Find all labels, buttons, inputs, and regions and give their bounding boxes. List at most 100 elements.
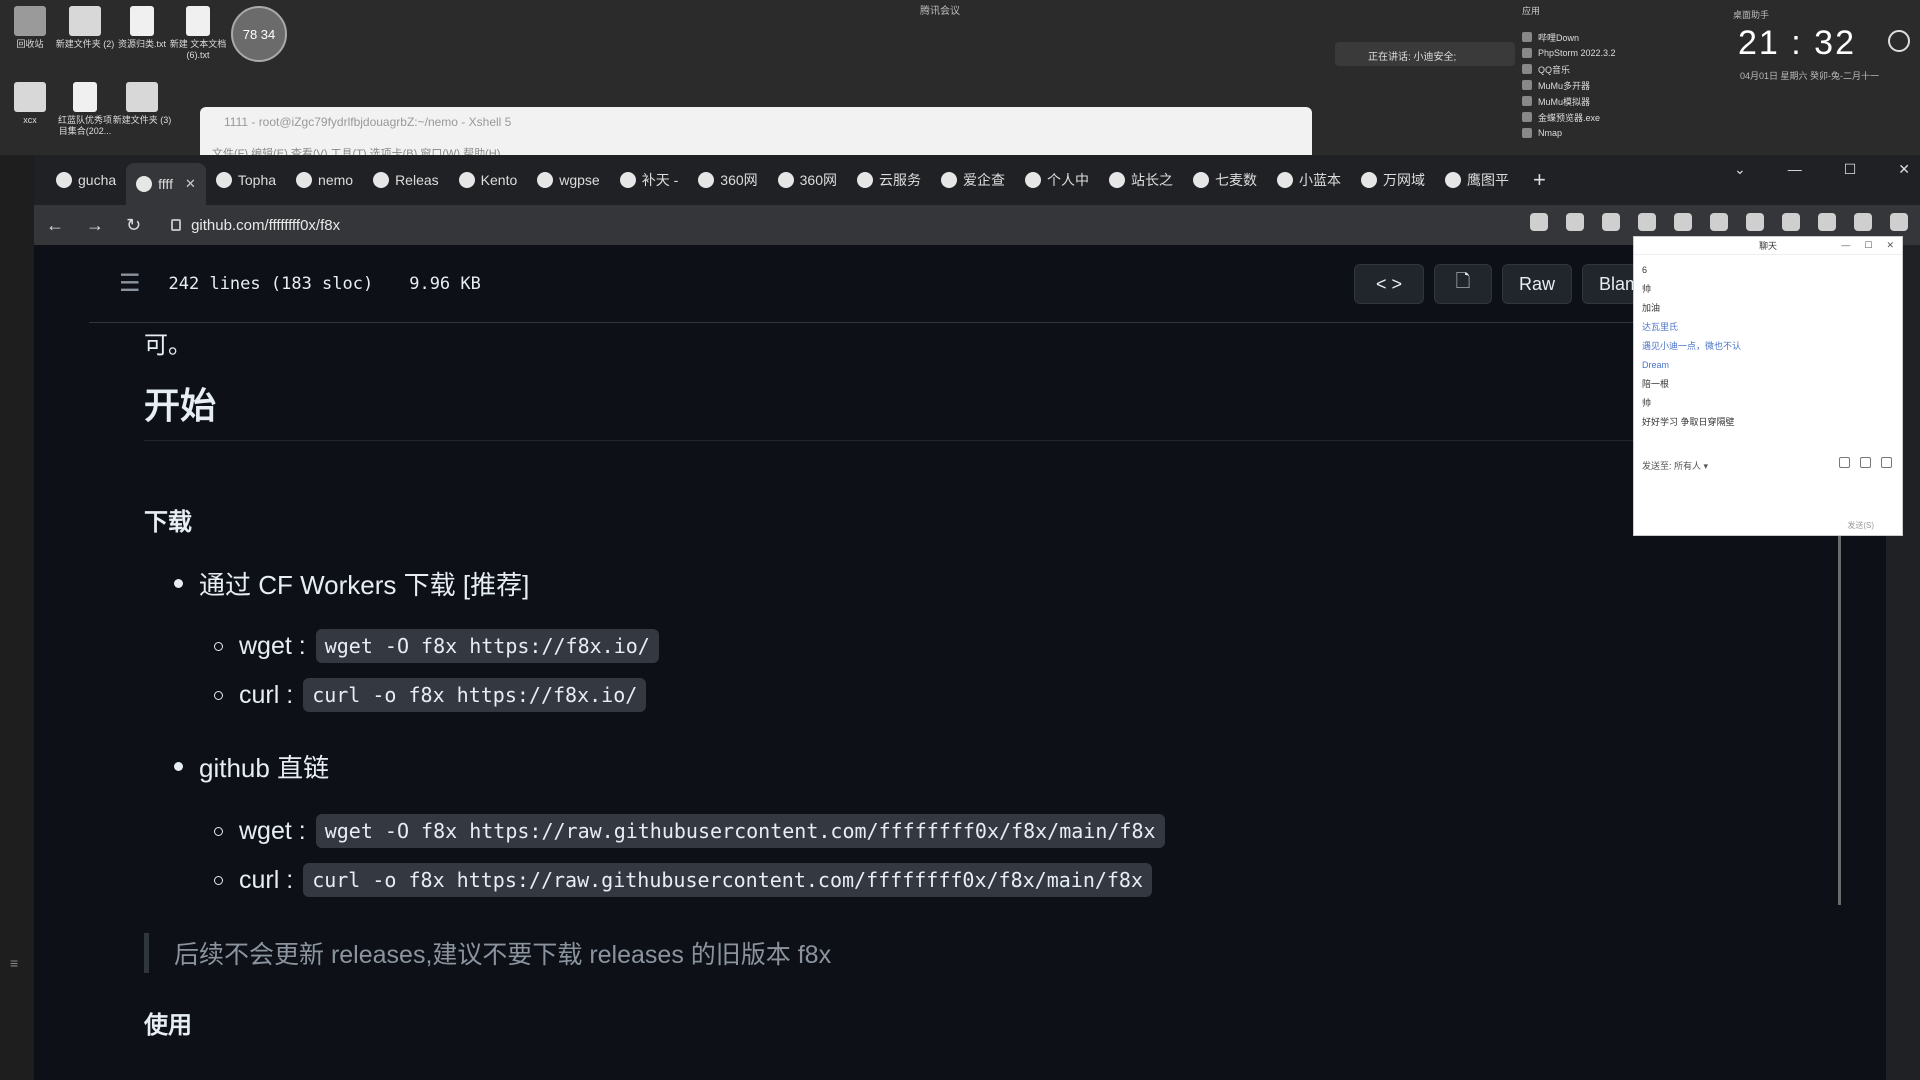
- file-size: 9.96 KB: [409, 273, 481, 294]
- app-item[interactable]: PhpStorm 2022.3.2: [1522, 45, 1672, 61]
- app-item[interactable]: 金蝶预览器.exe: [1522, 109, 1672, 125]
- send-button[interactable]: 发送(S): [1847, 520, 1874, 531]
- chat-message: 遇见小迪一点，微也不认: [1642, 341, 1742, 351]
- text-file-icon[interactable]: 新建 文本文档 (6).txt: [168, 6, 228, 61]
- back-arrow-icon[interactable]: ←: [46, 215, 64, 236]
- xshell-title: 1111 - root@iZgc79fydrlfbjdouagrbZ:~/nem…: [224, 115, 512, 129]
- xshell-window[interactable]: 1111 - root@iZgc79fydrlfbjdouagrbZ:~/nem…: [200, 107, 1312, 160]
- tab[interactable]: 小蓝本: [1267, 163, 1351, 197]
- text-file-icon[interactable]: 资源归类.txt: [112, 6, 172, 50]
- bullet-circle: [214, 690, 223, 700]
- page-scrollbar[interactable]: [1838, 485, 1841, 905]
- file-icon[interactable]: 红蓝队优秀项目集合(202...: [55, 82, 115, 137]
- close-icon[interactable]: ✕: [1886, 240, 1894, 251]
- extension-icon[interactable]: [1710, 213, 1728, 231]
- close-window-icon[interactable]: ✕: [1898, 161, 1910, 178]
- app-icon: [1522, 48, 1532, 58]
- desktop-icon-label: xcx: [23, 115, 37, 125]
- inline-code[interactable]: wget -O f8x https://raw.githubuserconten…: [315, 814, 1165, 848]
- tab[interactable]: 补天 -: [610, 163, 689, 197]
- file-icon[interactable]: [1839, 457, 1850, 468]
- maximize-icon[interactable]: ☐: [1844, 161, 1857, 178]
- bookmark-star-icon[interactable]: [1638, 213, 1656, 231]
- file-lines: 242 lines (183 sloc): [168, 273, 374, 294]
- minimize-icon[interactable]: —: [1788, 161, 1802, 178]
- desktop-clock: 21 : 32: [1738, 24, 1856, 62]
- outline-list-icon[interactable]: ☰: [119, 269, 141, 298]
- share-icon[interactable]: [1602, 213, 1620, 231]
- extension-icon[interactable]: [1746, 213, 1764, 231]
- inline-code[interactable]: wget -O f8x https://f8x.io/: [315, 629, 659, 663]
- tab-active[interactable]: ffff ✕: [126, 163, 206, 205]
- inline-code[interactable]: curl -o f8x https://f8x.io/: [303, 678, 647, 712]
- tab[interactable]: 个人中: [1015, 163, 1099, 197]
- code-view-button[interactable]: < >: [1354, 264, 1424, 304]
- side-panel-icon[interactable]: [1818, 213, 1836, 231]
- meeting-indicator: 腾讯会议: [920, 6, 960, 17]
- tab[interactable]: nemo: [286, 163, 363, 197]
- profile-icon[interactable]: [1854, 213, 1872, 231]
- github-icon: [296, 172, 313, 188]
- raw-button[interactable]: Raw: [1502, 264, 1573, 304]
- app-item[interactable]: Nmap: [1522, 125, 1672, 141]
- tab[interactable]: 鹰图平: [1435, 163, 1519, 197]
- github-icon: [136, 176, 153, 192]
- tab[interactable]: Releas: [363, 163, 449, 197]
- sidebar-toggle-icon[interactable]: ≡: [10, 955, 18, 971]
- reload-icon[interactable]: ↻: [126, 215, 141, 236]
- tab[interactable]: 万网域: [1351, 163, 1435, 197]
- folder-icon[interactable]: 新建文件夹 (2): [55, 6, 115, 50]
- tab[interactable]: gucha: [46, 163, 126, 197]
- blockquote-note: 后续不会更新 releases,建议不要下载 releases 的旧版本 f8x: [144, 933, 831, 973]
- weather-sun-icon[interactable]: [1888, 30, 1910, 52]
- tab[interactable]: 站长之: [1099, 163, 1183, 197]
- recycle-bin-icon[interactable]: 回收站: [0, 6, 60, 50]
- new-tab-button[interactable]: +: [1533, 167, 1546, 193]
- tab[interactable]: 360网: [768, 163, 847, 197]
- status-circle[interactable]: 78 34: [231, 6, 287, 62]
- forward-arrow-icon[interactable]: →: [86, 215, 104, 236]
- app-icon: [1522, 112, 1532, 122]
- inline-code[interactable]: curl -o f8x https://raw.githubuserconten…: [303, 863, 1153, 897]
- app-item-label: MuMu模拟器: [1538, 96, 1591, 107]
- lock-icon[interactable]: [171, 219, 182, 231]
- chat-window[interactable]: 聊天 — ☐ ✕ 6 帅 加油 达瓦里氏 遇见小迪一点，微也不认 Dream 陪…: [1633, 236, 1903, 536]
- tab[interactable]: 七麦数: [1183, 163, 1267, 197]
- desktop-icon-label: 新建文件夹 (2): [55, 39, 115, 49]
- preview-button[interactable]: 🗋: [1434, 264, 1492, 304]
- screenshot-icon[interactable]: [1860, 457, 1871, 468]
- bullet-circle: [214, 875, 223, 885]
- app-icon: [1522, 96, 1532, 106]
- tab[interactable]: 爱企查: [931, 163, 1015, 197]
- more-menu-icon[interactable]: [1890, 213, 1908, 231]
- hunter-icon: [1445, 172, 1461, 188]
- tab[interactable]: Topha: [206, 163, 286, 197]
- close-tab-icon[interactable]: ✕: [185, 176, 196, 192]
- send-to-select[interactable]: 发送至: 所有人 ▾: [1642, 459, 1708, 472]
- minimize-icon[interactable]: —: [1841, 240, 1850, 251]
- puzzle-icon[interactable]: [1782, 213, 1800, 231]
- app-item[interactable]: MuMu多开器: [1522, 77, 1672, 93]
- chat-message: 6: [1642, 265, 1648, 275]
- tab[interactable]: Kento: [449, 163, 528, 197]
- app-item[interactable]: MuMu模拟器: [1522, 93, 1672, 109]
- tab-label: Releas: [395, 172, 439, 188]
- tab[interactable]: 云服务: [847, 163, 931, 197]
- user-icon[interactable]: [1881, 457, 1892, 468]
- translate-icon[interactable]: [1530, 213, 1548, 231]
- tab-label: 个人中: [1047, 172, 1089, 188]
- tab[interactable]: 360网: [688, 163, 767, 197]
- github-icon: [537, 172, 554, 188]
- desk-assistant-label: 桌面助手: [1733, 10, 1770, 20]
- url-field[interactable]: github.com/ffffffff0x/f8x: [171, 217, 340, 234]
- folder-icon[interactable]: 新建文件夹 (3): [112, 82, 172, 126]
- tab[interactable]: wgpse: [527, 163, 609, 197]
- tab-search-chevron-icon[interactable]: ⌄: [1734, 161, 1746, 178]
- chinaz-icon: [1109, 172, 1125, 188]
- zoom-icon[interactable]: [1566, 213, 1584, 231]
- app-item[interactable]: 哔哩Down: [1522, 29, 1672, 45]
- app-item[interactable]: QQ音乐: [1522, 61, 1672, 77]
- maximize-icon[interactable]: ☐: [1864, 240, 1872, 251]
- folder-icon[interactable]: xcx: [0, 82, 60, 126]
- extension-icon[interactable]: [1674, 213, 1692, 231]
